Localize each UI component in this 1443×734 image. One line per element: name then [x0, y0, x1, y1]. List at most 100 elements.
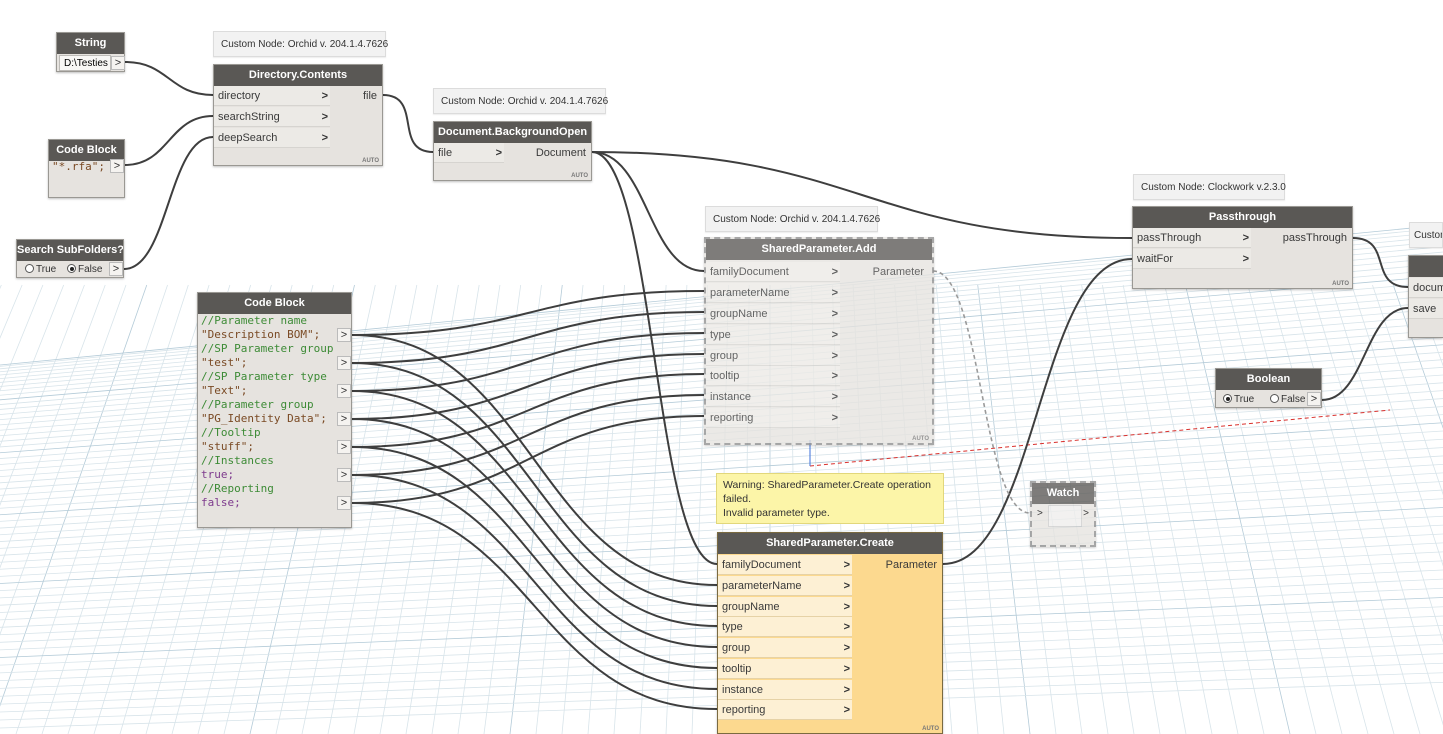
warning-line-3: Invalid parameter type.: [723, 507, 830, 519]
grid-line: [0, 284, 23, 339]
warning-tooltip: Warning: SharedParameter.Create operatio…: [716, 473, 944, 524]
code-output-port[interactable]: >: [337, 496, 351, 510]
custom-node-tag: Custom Node: Clockwork v.2.3.0: [1133, 174, 1286, 200]
code-output-ports: > > > > > > >: [337, 314, 351, 512]
output-port[interactable]: >: [1307, 392, 1321, 406]
custom-node-tag: Custom Node: Orchid v. 204.1.4.7626: [705, 206, 880, 232]
run-mode-label: AUTO: [362, 158, 379, 164]
output-port-document[interactable]: Document: [521, 143, 591, 163]
code-output-port[interactable]: >: [337, 440, 351, 454]
radio-true[interactable]: True: [25, 264, 56, 275]
watch-input-arrow[interactable]: >: [1037, 508, 1043, 519]
output-port[interactable]: >: [110, 159, 124, 173]
input-port-type[interactable]: type >: [706, 325, 840, 345]
input-port-groupname[interactable]: groupName >: [718, 597, 852, 617]
grid-line: [0, 284, 2, 290]
output-port-passthrough[interactable]: passThrough: [1272, 228, 1352, 248]
code-line: "Text";: [201, 384, 248, 397]
input-port-deepsearch[interactable]: deepSearch >: [214, 128, 330, 148]
run-mode-label: AUTO: [922, 726, 939, 732]
radio-true[interactable]: True: [1223, 394, 1254, 405]
input-port-parametername[interactable]: parameterName >: [706, 283, 840, 303]
radio-true-label: True: [1234, 394, 1255, 405]
string-node[interactable]: String D:\Testies >: [56, 32, 125, 72]
code-editor[interactable]: "*.rfa";: [52, 160, 105, 174]
node-title: Directory.Contents: [214, 65, 382, 86]
output-port[interactable]: >: [109, 262, 123, 276]
radio-false[interactable]: False: [1270, 394, 1305, 405]
input-port-familydocument[interactable]: familyDocument >: [718, 555, 852, 575]
node-title: Passthrough: [1133, 207, 1352, 228]
code-line: "Description BOM";: [201, 328, 321, 341]
code-output-port[interactable]: >: [337, 412, 351, 426]
input-port-reporting[interactable]: reporting >: [706, 408, 840, 428]
watch-output-arrow[interactable]: >: [1083, 508, 1089, 519]
input-port-tooltip[interactable]: tooltip >: [718, 659, 852, 679]
code-editor[interactable]: //Parameter name "Description BOM";//SP P…: [198, 314, 337, 512]
background-open-node[interactable]: Document.BackgroundOpen file > Document A…: [433, 121, 592, 181]
input-port-group[interactable]: group >: [718, 638, 852, 658]
input-port-directory[interactable]: directory >: [214, 86, 330, 106]
grid-line: [1205, 284, 1317, 734]
watch-node[interactable]: Watch > >: [1030, 481, 1096, 547]
code-line: //Reporting: [201, 482, 274, 495]
input-port-familydocument[interactable]: familyDocument >: [706, 262, 840, 282]
input-port-waitfor[interactable]: waitFor >: [1133, 249, 1251, 269]
grid-line: [1101, 284, 1187, 734]
input-port-save[interactable]: save: [1409, 299, 1443, 319]
radio-true-label: True: [36, 264, 57, 275]
node-title: Boolean: [1216, 369, 1321, 390]
node-title: Document.BackgroundOpen: [434, 122, 591, 143]
radio-false-icon: [1270, 394, 1279, 403]
passthrough-node[interactable]: Passthrough passThrough > waitFor > passTh…: [1132, 206, 1353, 289]
code-output-port[interactable]: >: [337, 328, 351, 342]
grid-line: [0, 284, 65, 447]
output-port-file[interactable]: file: [332, 86, 382, 106]
input-port-group[interactable]: group >: [706, 346, 840, 366]
input-port-instance[interactable]: instance >: [718, 680, 852, 700]
node-title: SharedParameter.Add: [706, 239, 932, 260]
code-line: //SP Parameter type: [201, 370, 327, 383]
code-output-port[interactable]: >: [337, 356, 351, 370]
boolean-node[interactable]: Boolean True False >: [1215, 368, 1322, 408]
string-value-field[interactable]: D:\Testies: [59, 55, 111, 71]
input-port-groupname[interactable]: groupName >: [706, 304, 840, 324]
directory-contents-node[interactable]: Directory.Contents directory > searchStri…: [213, 64, 383, 166]
input-port-parametername[interactable]: parameterName >: [718, 576, 852, 596]
custom-node-tag: Custom Node: Orchid v. 204.1.4.7626: [433, 88, 608, 114]
input-port-type[interactable]: type >: [718, 617, 852, 637]
run-mode-label: AUTO: [1332, 281, 1349, 287]
radio-true-icon: [1223, 394, 1232, 403]
input-port-passthrough[interactable]: passThrough >: [1133, 228, 1251, 248]
grid-line: [0, 284, 127, 636]
input-port-instance[interactable]: instance >: [706, 387, 840, 407]
custom-node-tag: Custom: [1409, 222, 1443, 248]
input-port-tooltip[interactable]: tooltip >: [706, 366, 840, 386]
grid-line: [1122, 284, 1213, 734]
code-output-port[interactable]: >: [337, 384, 351, 398]
code-line: //SP Parameter group: [201, 342, 334, 355]
radio-false-icon: [67, 264, 76, 273]
code-block-parameters-node[interactable]: Code Block //Parameter name "Description …: [197, 292, 352, 528]
grid-line: [0, 284, 85, 506]
code-line: //Parameter name: [201, 314, 307, 327]
shared-parameter-create-node[interactable]: SharedParameter.Create familyDocument > p…: [717, 532, 943, 734]
input-port-file[interactable]: file >: [434, 143, 504, 163]
code-output-port[interactable]: >: [337, 468, 351, 482]
search-subfolders-node[interactable]: Search SubFolders? True False >: [16, 239, 124, 278]
output-port[interactable]: >: [111, 56, 125, 70]
code-block-small-node[interactable]: Code Block "*.rfa"; >: [48, 139, 125, 198]
radio-false[interactable]: False: [67, 264, 102, 275]
input-port-document[interactable]: docum: [1409, 278, 1443, 298]
input-port-reporting[interactable]: reporting >: [718, 700, 852, 720]
output-port-parameter[interactable]: Parameter: [872, 555, 942, 575]
watch-display: [1048, 505, 1082, 527]
output-port-parameter[interactable]: Parameter: [859, 262, 929, 282]
run-mode-label: AUTO: [571, 173, 588, 179]
partial-right-node[interactable]: docum save: [1408, 255, 1443, 338]
code-line: false;: [201, 496, 241, 509]
code-line: "test";: [201, 356, 248, 369]
code-line: //Instances: [201, 454, 274, 467]
shared-parameter-add-node[interactable]: SharedParameter.Add familyDocument > para…: [704, 237, 934, 445]
input-port-searchstring[interactable]: searchString >: [214, 107, 330, 127]
